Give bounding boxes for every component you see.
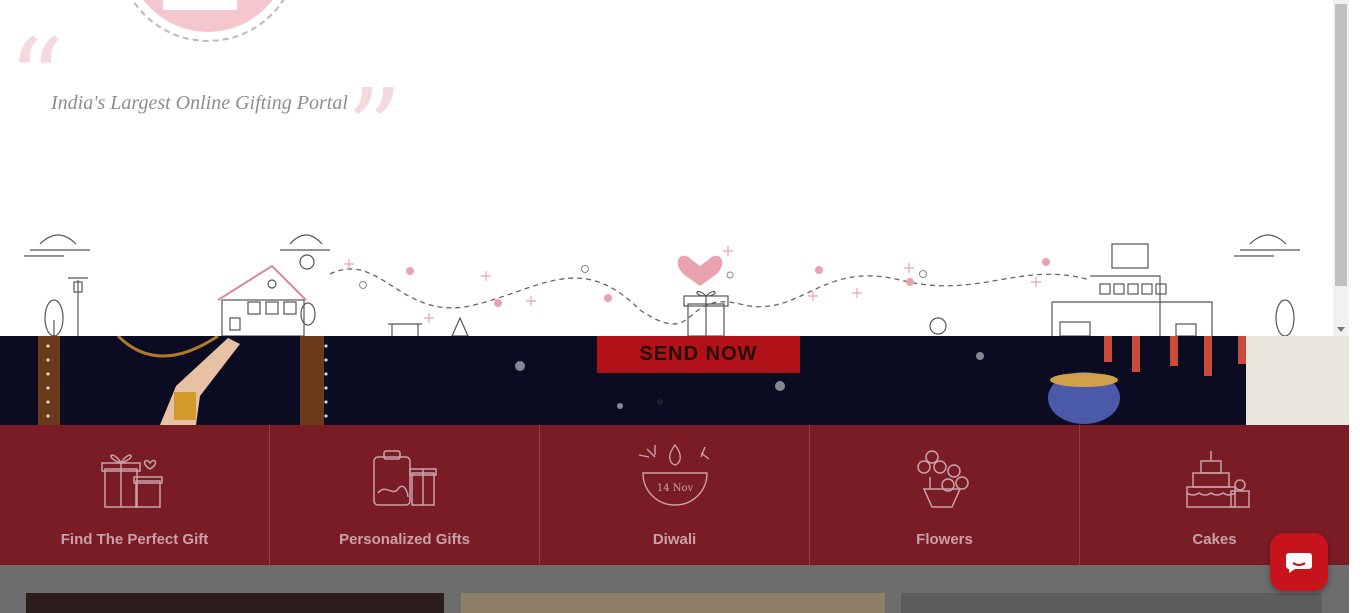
product-card-image[interactable] [461, 593, 885, 613]
scrollbar-thumb[interactable] [1335, 4, 1347, 286]
category-personalized-gifts[interactable]: Personalized Gifts [270, 425, 540, 565]
diwali-date: 14 Nov [656, 483, 693, 494]
product-card-image[interactable] [26, 593, 444, 613]
category-nav: Find The Perfect Gift Personalized Gifts… [0, 425, 1349, 565]
category-find-perfect-gift[interactable]: Find The Perfect Gift [0, 425, 270, 565]
brand-logo [117, 0, 299, 42]
category-label: Find The Perfect Gift [60, 531, 209, 548]
category-diwali[interactable]: 14 Nov Diwali [540, 425, 810, 565]
diya-icon: 14 Nov [638, 443, 709, 506]
category-label: Diwali [652, 531, 697, 548]
personalized-gift-icon [372, 450, 437, 506]
product-card-image[interactable] [901, 593, 1322, 613]
chat-bubble-icon [1286, 553, 1312, 573]
welcome-overlay: “ ” India's Largest Online Gifting Porta… [0, 0, 1333, 336]
town-illustration [24, 234, 1300, 336]
send-now-button[interactable]: SEND NOW [597, 336, 800, 373]
scroll-down-arrow-icon[interactable] [1337, 327, 1345, 332]
flower-bouquet-icon [916, 450, 969, 508]
cake-icon [1185, 451, 1250, 508]
gift-boxes-icon [100, 454, 163, 508]
tagline: India's Largest Online Gifting Portal [51, 92, 348, 114]
open-quote-icon: “ [8, 15, 65, 143]
chat-button[interactable] [1270, 533, 1328, 591]
close-quote-icon: ” [346, 65, 403, 193]
vertical-scrollbar[interactable] [1333, 0, 1349, 336]
category-label: Flowers [916, 531, 973, 548]
category-label: Personalized Gifts [339, 531, 470, 548]
page-edge [1349, 336, 1366, 613]
category-flowers[interactable]: Flowers [810, 425, 1080, 565]
